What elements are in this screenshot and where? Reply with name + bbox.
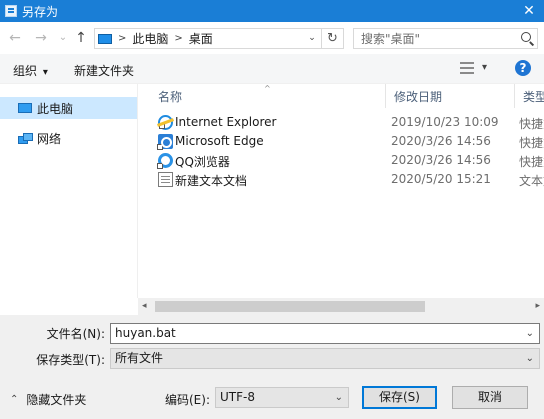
scroll-right-icon[interactable]: ▸	[535, 301, 540, 311]
window-title: 另存为	[22, 4, 59, 19]
qq-browser-icon	[157, 153, 173, 169]
organize-label: 组织	[13, 64, 38, 78]
column-header-type[interactable]: 类型	[515, 84, 544, 108]
sidebar-item-label: 网络	[37, 131, 62, 146]
file-type: 快捷方式	[519, 155, 544, 169]
file-date: 2020/3/26 14:56	[391, 153, 491, 167]
file-name: 新建文本文档	[175, 174, 248, 188]
up-arrow-icon[interactable]: ↑	[74, 30, 88, 46]
scrollbar-thumb[interactable]	[155, 301, 425, 312]
search-icon[interactable]	[521, 32, 531, 42]
help-icon[interactable]: ?	[515, 60, 531, 76]
sidebar-item-network[interactable]: 网络	[0, 127, 137, 149]
text-document-icon	[158, 172, 173, 187]
hide-folders-label: 隐藏文件夹	[26, 393, 87, 407]
file-list: ^ 名称 修改日期 类型 Internet Explorer 2019/10/2…	[138, 84, 544, 298]
file-row-microsoft-edge[interactable]: Microsoft Edge 2020/3/26 14:56 快捷方式	[138, 132, 544, 151]
title-bar: 另存为 ✕	[0, 0, 544, 22]
file-date: 2019/10/23 10:09	[391, 115, 499, 129]
save-options-panel: 文件名(N): huyan.bat ⌄ 保存类型(T): 所有文件 ⌄ ⌃ 隐藏…	[0, 315, 544, 419]
breadcrumb-separator-icon[interactable]: >	[174, 33, 182, 44]
breadcrumb-separator-icon[interactable]: >	[118, 33, 126, 44]
microsoft-edge-icon	[157, 134, 173, 150]
navigation-pane: 此电脑 网络	[0, 84, 138, 298]
encoding-value: UTF-8	[220, 390, 255, 404]
encoding-select[interactable]: UTF-8 ⌄	[215, 387, 349, 408]
computer-icon	[98, 33, 112, 44]
breadcrumb-desktop[interactable]: 桌面	[189, 30, 213, 47]
shortcut-overlay-icon	[159, 123, 165, 129]
file-name: Microsoft Edge	[175, 134, 264, 148]
new-folder-button[interactable]: 新建文件夹	[74, 62, 134, 79]
view-options-caret-icon[interactable]: ▾	[482, 62, 487, 73]
horizontal-scrollbar[interactable]: ◂ ▸	[138, 298, 544, 315]
file-name: QQ浏览器	[175, 155, 230, 169]
computer-icon	[18, 103, 32, 113]
chevron-up-icon: ⌃	[10, 394, 19, 405]
save-button[interactable]: 保存(S)	[362, 386, 437, 409]
file-type: 快捷方式	[519, 136, 544, 150]
column-header-name[interactable]: 名称	[150, 84, 385, 108]
back-arrow-icon[interactable]: ←	[8, 30, 22, 46]
file-date: 2020/5/20 15:21	[391, 172, 491, 186]
scroll-left-icon[interactable]: ◂	[142, 301, 147, 311]
file-date: 2020/3/26 14:56	[391, 134, 491, 148]
search-input[interactable]: 搜索"桌面"	[353, 28, 538, 49]
forward-arrow-icon[interactable]: →	[34, 30, 48, 46]
internet-explorer-icon	[158, 115, 173, 130]
close-icon[interactable]: ✕	[514, 0, 544, 22]
command-toolbar: 组织 ▾ 新建文件夹 ▾ ?	[0, 54, 544, 84]
file-type: 文本文档	[519, 174, 544, 188]
file-type: 快捷方式	[519, 117, 544, 131]
cancel-button[interactable]: 取消	[452, 386, 528, 409]
organize-caret-icon: ▾	[42, 67, 48, 78]
filename-input[interactable]: huyan.bat ⌄	[110, 323, 540, 344]
filename-dropdown-chevron-icon[interactable]: ⌄	[526, 324, 534, 343]
column-header-label: 修改日期	[394, 89, 443, 104]
notepad-app-icon	[5, 5, 17, 17]
file-row-text-document[interactable]: 新建文本文档 2020/5/20 15:21 文本文档	[138, 170, 544, 189]
address-bar[interactable]: > 此电脑 > 桌面 ⌄ ↻	[94, 28, 344, 49]
search-placeholder: 搜索"桌面"	[361, 32, 421, 46]
recent-locations-chevron-icon[interactable]: ⌄	[56, 30, 70, 46]
sidebar-item-label: 此电脑	[37, 101, 74, 116]
breadcrumb-this-pc[interactable]: 此电脑	[132, 30, 168, 47]
filetype-select[interactable]: 所有文件 ⌄	[110, 348, 540, 369]
column-header-label: 名称	[158, 89, 183, 104]
file-name: Internet Explorer	[175, 115, 277, 129]
sidebar-item-this-pc[interactable]: 此电脑	[0, 97, 137, 119]
encoding-label: 编码(E):	[165, 393, 210, 407]
column-header-label: 类型	[523, 89, 544, 104]
filetype-value: 所有文件	[115, 351, 164, 365]
address-dropdown-chevron-icon[interactable]: ⌄	[305, 31, 319, 46]
view-options-icon[interactable]	[460, 62, 474, 74]
column-header-date[interactable]: 修改日期	[386, 84, 514, 108]
organize-menu[interactable]: 组织 ▾	[13, 62, 48, 79]
filename-value: huyan.bat	[115, 326, 176, 340]
filetype-dropdown-chevron-icon[interactable]: ⌄	[526, 349, 534, 368]
shortcut-overlay-icon	[157, 144, 163, 150]
network-icon	[18, 132, 33, 144]
file-row-qq-browser[interactable]: QQ浏览器 2020/3/26 14:56 快捷方式	[138, 151, 544, 170]
shortcut-overlay-icon	[157, 163, 163, 169]
encoding-dropdown-chevron-icon[interactable]: ⌄	[335, 388, 343, 407]
filetype-label: 保存类型(T):	[36, 353, 105, 367]
navigation-bar: ← → ⌄ ↑ > 此电脑 > 桌面 ⌄ ↻ 搜索"桌面"	[0, 22, 544, 54]
hide-folders-toggle[interactable]: ⌃ 隐藏文件夹	[10, 391, 86, 408]
file-row-internet-explorer[interactable]: Internet Explorer 2019/10/23 10:09 快捷方式	[138, 113, 544, 132]
refresh-icon[interactable]: ↻	[321, 29, 343, 48]
filename-label: 文件名(N):	[46, 327, 105, 341]
